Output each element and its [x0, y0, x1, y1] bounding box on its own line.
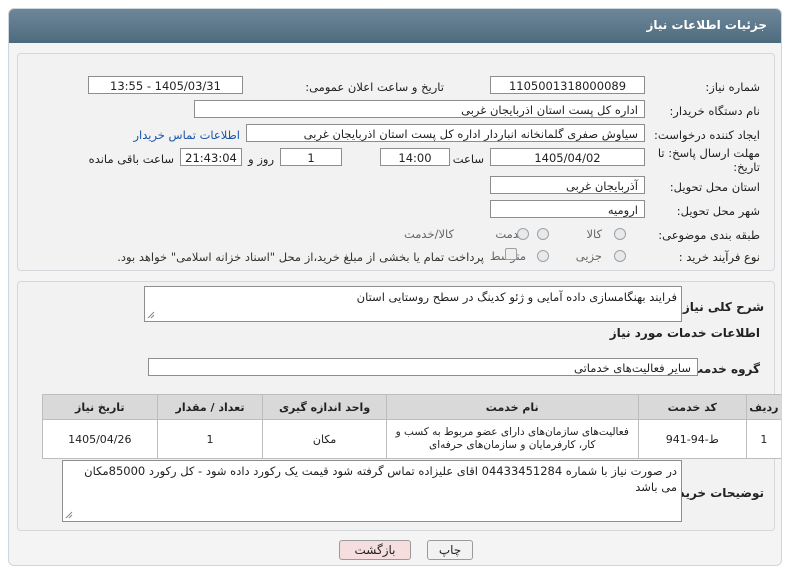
- table-header-row: تاریخ نیاز تعداد / مقدار واحد اندازه گیر…: [42, 394, 781, 420]
- service-group-field[interactable]: سایر فعالیت‌های خدماتی: [148, 358, 698, 376]
- resize-grip-icon[interactable]: [65, 511, 73, 519]
- purchase-radio-medium[interactable]: [537, 250, 549, 262]
- summary-label: شرح کلی نیاز:: [678, 300, 764, 314]
- summary-text: فرایند بهنگامسازی داده آمایی و ژئو کدینگ…: [356, 290, 677, 304]
- city-label: شهر محل تحویل:: [676, 204, 760, 218]
- creator-field[interactable]: سیاوش صفری گلمانخانه انباردار اداره کل پ…: [246, 124, 645, 142]
- contact-info-link[interactable]: اطلاعات تماس خریدار: [133, 128, 240, 142]
- announce-label: تاریخ و ساعت اعلان عمومی:: [305, 80, 444, 94]
- col-need-date: تاریخ نیاز: [42, 394, 158, 420]
- panel-title: جزئیات اطلاعات نیاز: [646, 18, 767, 32]
- deadline-time-field[interactable]: 14:00: [380, 148, 450, 166]
- category-option-goods-service: کالا/خدمت: [403, 227, 454, 241]
- cell-row: 1: [745, 419, 781, 459]
- creator-label: ایجاد کننده درخواست:: [654, 128, 760, 142]
- need-info-section: شماره نیاز: 1105001318000089 تاریخ و ساع…: [17, 53, 775, 271]
- category-radio-goods[interactable]: [614, 228, 626, 240]
- treasury-checkbox[interactable]: [505, 248, 517, 260]
- category-radio-goods-service[interactable]: [517, 228, 529, 240]
- need-number-label: شماره نیاز:: [705, 80, 760, 94]
- buyer-notes-text: در صورت نیاز با شماره 04433451284 اقای ع…: [84, 464, 677, 494]
- remaining-label: ساعت باقی مانده: [88, 152, 174, 166]
- table-row[interactable]: 1405/04/26 1 مکان فعالیت‌های سازمان‌های …: [42, 419, 781, 459]
- col-service-code: کد خدمت: [637, 394, 747, 420]
- deadline-label-date: تاریخ:: [733, 160, 760, 174]
- announce-field[interactable]: 1405/03/31 - 13:55: [88, 76, 243, 94]
- province-label: استان محل تحویل:: [669, 180, 760, 194]
- city-field[interactable]: ارومیه: [490, 200, 645, 218]
- cell-need-date: 1405/04/26: [42, 419, 158, 459]
- need-number-field[interactable]: 1105001318000089: [490, 76, 645, 94]
- days-field[interactable]: 1: [280, 148, 342, 166]
- main-panel: جزئیات اطلاعات نیاز شماره نیاز: 11050013…: [8, 8, 782, 566]
- remaining-time-field[interactable]: 21:43:04: [180, 148, 242, 166]
- payment-note: پرداخت تمام یا بخشی از مبلغ خرید،از محل …: [117, 250, 484, 264]
- category-radio-service[interactable]: [537, 228, 549, 240]
- service-details-section: شرح کلی نیاز: فرایند بهنگامسازی داده آما…: [17, 281, 781, 531]
- province-field[interactable]: آذربایجان غربی: [490, 176, 645, 194]
- back-button[interactable]: بازگشت: [339, 540, 411, 560]
- panel-header: جزئیات اطلاعات نیاز: [9, 9, 781, 43]
- category-option-goods: کالا: [586, 227, 602, 241]
- purchase-option-minor: جزیی: [575, 249, 602, 263]
- purchase-radio-minor[interactable]: [614, 250, 626, 262]
- resize-grip-icon[interactable]: [147, 311, 155, 319]
- col-service-name: نام خدمت: [385, 394, 639, 420]
- cell-quantity: 1: [156, 419, 264, 459]
- deadline-date-field[interactable]: 1405/04/02: [490, 148, 645, 166]
- buyer-org-field[interactable]: اداره کل پست استان اذربایجان غربی: [194, 100, 645, 118]
- summary-field[interactable]: فرایند بهنگامسازی داده آمایی و ژئو کدینگ…: [144, 286, 682, 322]
- purchase-type-label: نوع فرآیند خرید :: [678, 250, 760, 264]
- cell-unit: مکان: [262, 419, 387, 459]
- services-heading: اطلاعات خدمات مورد نیاز: [609, 326, 760, 340]
- days-label: روز و: [248, 152, 274, 166]
- col-unit: واحد اندازه گیری: [262, 394, 387, 420]
- buyer-notes-field[interactable]: در صورت نیاز با شماره 04433451284 اقای ع…: [62, 460, 682, 522]
- buyer-org-label: نام دستگاه خریدار:: [669, 104, 760, 118]
- print-button[interactable]: چاپ: [427, 540, 473, 560]
- category-label: طبقه بندی موضوعی:: [658, 228, 760, 242]
- services-table: تاریخ نیاز تعداد / مقدار واحد اندازه گیر…: [42, 394, 781, 459]
- deadline-label: مهلت ارسال پاسخ: تا: [657, 146, 760, 160]
- col-row: ردیف: [745, 394, 781, 420]
- cell-service-code: ط-94-941: [637, 419, 747, 459]
- cell-service-name: فعالیت‌های سازمان‌های دارای عضو مربوط به…: [385, 419, 639, 459]
- col-quantity: تعداد / مقدار: [156, 394, 264, 420]
- time-label: ساعت: [452, 152, 484, 166]
